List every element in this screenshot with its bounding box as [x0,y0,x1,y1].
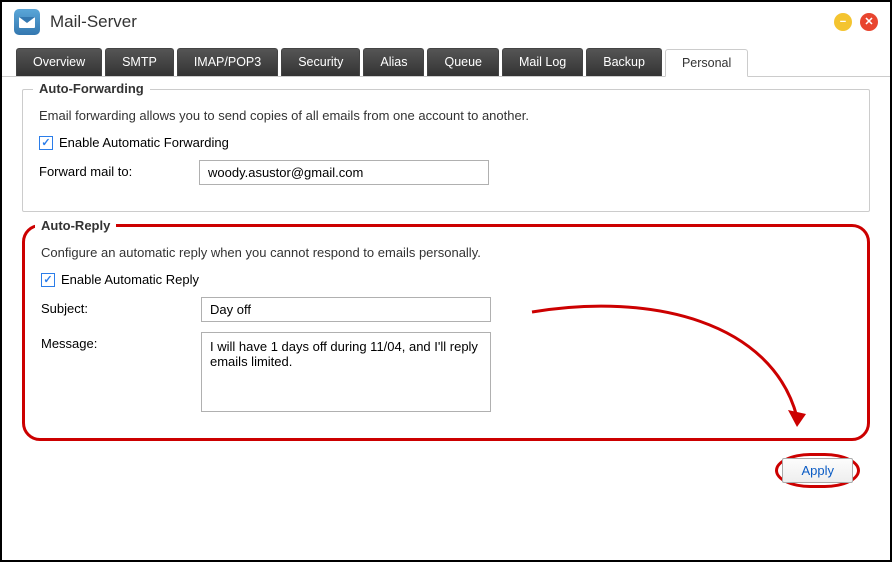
minimize-button[interactable]: − [834,13,852,31]
auto-forwarding-legend: Auto-Forwarding [33,81,150,96]
enable-forwarding-checkbox[interactable]: ✓ [39,136,53,150]
message-textarea[interactable] [201,332,491,412]
forward-to-row: Forward mail to: [39,160,853,185]
auto-forwarding-fieldset: Auto-Forwarding Email forwarding allows … [22,89,870,212]
tab-personal[interactable]: Personal [665,49,748,77]
message-label: Message: [41,332,201,351]
tab-alias[interactable]: Alias [363,48,424,76]
enable-reply-row: ✓ Enable Automatic Reply [41,272,851,287]
apply-highlight-annotation: Apply [775,453,860,488]
tab-queue[interactable]: Queue [427,48,499,76]
tab-security[interactable]: Security [281,48,360,76]
auto-reply-legend: Auto-Reply [35,218,116,233]
tab-bar: Overview SMTP IMAP/POP3 Security Alias Q… [2,42,890,77]
enable-forwarding-label: Enable Automatic Forwarding [59,135,229,150]
enable-reply-label: Enable Automatic Reply [61,272,199,287]
check-icon: ✓ [41,136,50,149]
auto-reply-description: Configure an automatic reply when you ca… [41,245,851,260]
auto-reply-fieldset: Auto-Reply Configure an automatic reply … [22,224,870,441]
titlebar: Mail-Server − ✕ [2,2,890,42]
forward-to-label: Forward mail to: [39,160,199,179]
action-row: Apply [22,453,870,488]
tab-imap-pop3[interactable]: IMAP/POP3 [177,48,278,76]
forward-to-input[interactable] [199,160,489,185]
apply-button[interactable]: Apply [782,458,853,483]
enable-reply-checkbox[interactable]: ✓ [41,273,55,287]
window-title: Mail-Server [50,12,834,32]
mail-server-icon [14,9,40,35]
close-button[interactable]: ✕ [860,13,878,31]
app-window: Mail-Server − ✕ Overview SMTP IMAP/POP3 … [0,0,892,562]
enable-forwarding-row: ✓ Enable Automatic Forwarding [39,135,853,150]
tab-smtp[interactable]: SMTP [105,48,174,76]
tab-overview[interactable]: Overview [16,48,102,76]
subject-input[interactable] [201,297,491,322]
subject-label: Subject: [41,297,201,316]
message-row: Message: [41,332,851,412]
content-area: Auto-Forwarding Email forwarding allows … [2,77,890,500]
tab-mail-log[interactable]: Mail Log [502,48,583,76]
auto-forwarding-description: Email forwarding allows you to send copi… [39,108,853,123]
tab-backup[interactable]: Backup [586,48,662,76]
window-controls: − ✕ [834,13,878,31]
subject-row: Subject: [41,297,851,322]
check-icon: ✓ [43,273,52,286]
